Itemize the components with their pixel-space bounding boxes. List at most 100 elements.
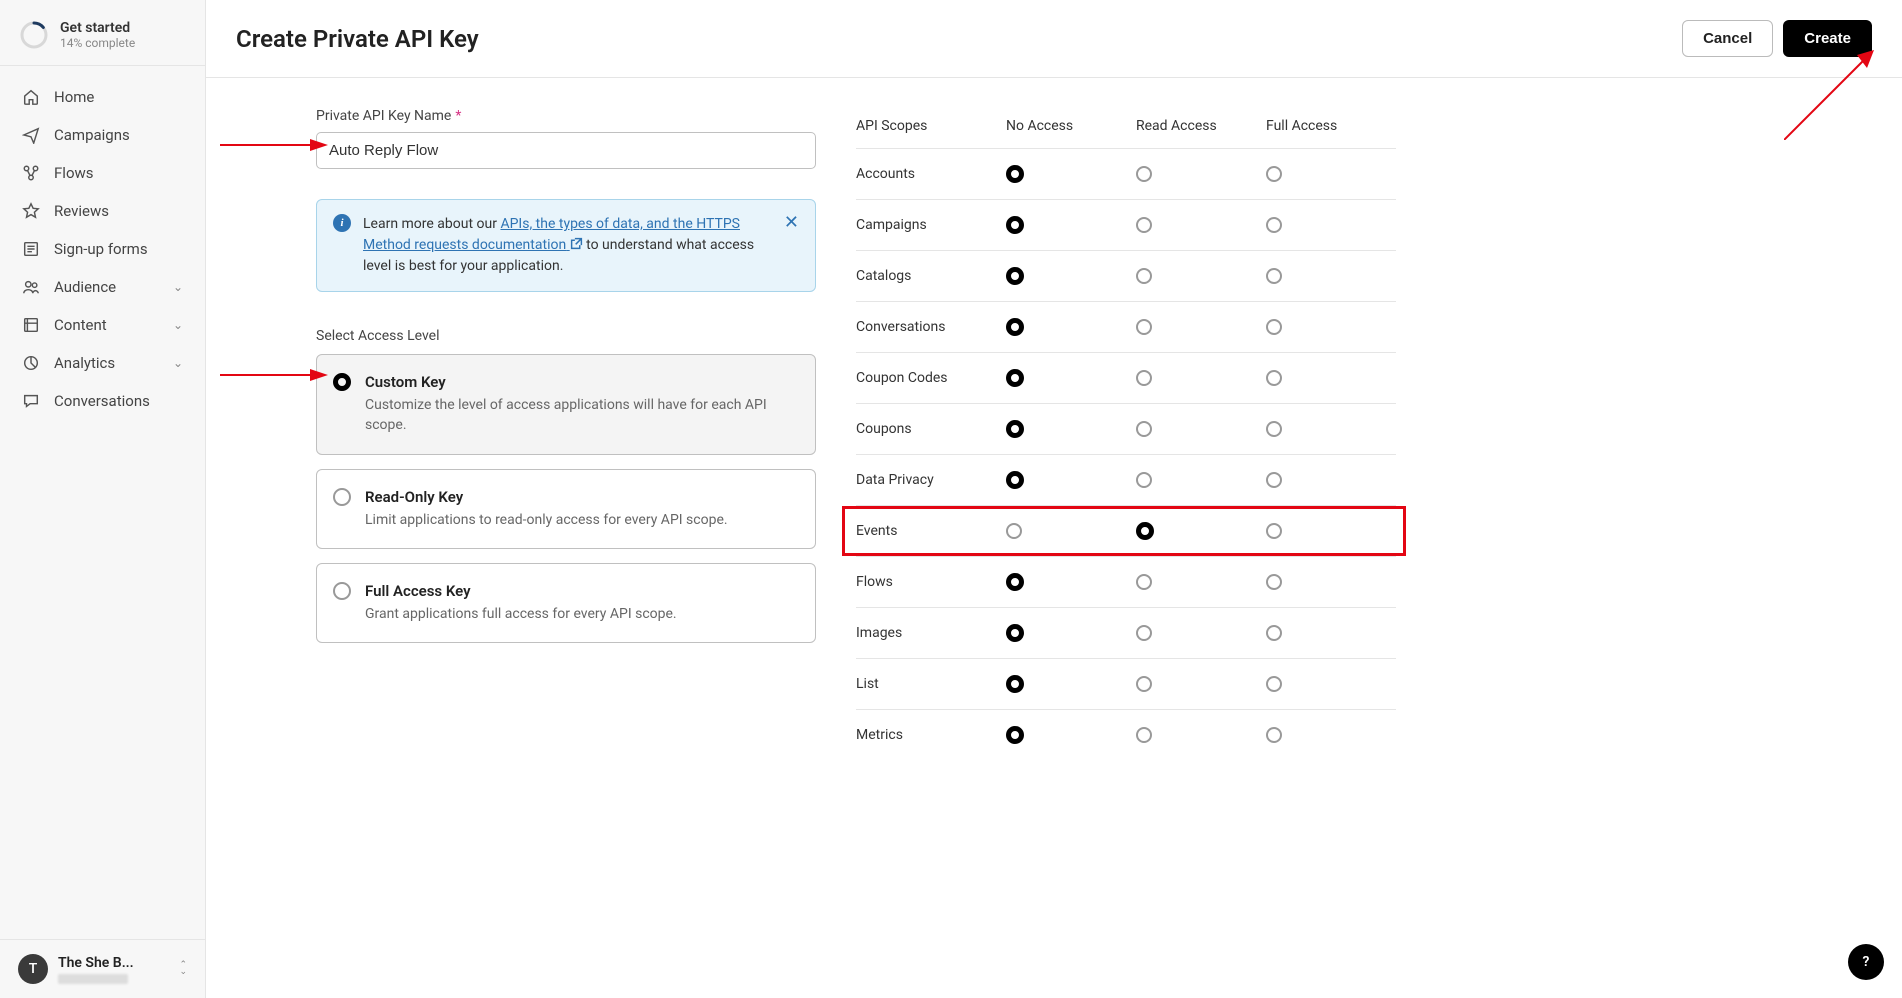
scope-row-data-privacy: Data Privacy	[856, 454, 1396, 505]
scope-radio[interactable]	[1136, 676, 1152, 692]
info-banner: i Learn more about our APIs, the types o…	[316, 199, 816, 292]
scope-radio[interactable]	[1006, 726, 1024, 744]
scope-radio[interactable]	[1136, 217, 1152, 233]
api-key-name-input[interactable]	[316, 132, 816, 169]
scope-radio[interactable]	[1006, 573, 1024, 591]
radio-button	[333, 373, 351, 391]
sidebar: Get started 14% complete Home Campaigns Fl…	[0, 0, 206, 998]
nav-item-sign-up-forms[interactable]: Sign-up forms	[0, 230, 205, 268]
access-level-option-2[interactable]: Full Access Key Grant applications full a…	[316, 563, 816, 643]
scope-name: Campaigns	[856, 217, 1006, 233]
access-level-option-0[interactable]: Custom Key Customize the level of access …	[316, 354, 816, 455]
nav-item-campaigns[interactable]: Campaigns	[0, 116, 205, 154]
info-icon: i	[333, 214, 351, 232]
nav-item-home[interactable]: Home	[0, 78, 205, 116]
people-icon	[22, 278, 40, 296]
scope-radio[interactable]	[1006, 216, 1024, 234]
nav-label: Reviews	[54, 202, 183, 220]
scope-radio[interactable]	[1136, 268, 1152, 284]
radio-button	[333, 488, 351, 506]
nav-label: Audience	[54, 278, 159, 296]
scope-name: Flows	[856, 574, 1006, 590]
nav-item-analytics[interactable]: Analytics⌄	[0, 344, 205, 382]
scope-radio[interactable]	[1006, 624, 1024, 642]
scope-name: Conversations	[856, 319, 1006, 335]
scope-name: Events	[856, 523, 1006, 539]
scope-radio[interactable]	[1136, 574, 1152, 590]
info-text: Learn more about our APIs, the types of …	[363, 214, 772, 277]
scope-radio[interactable]	[1266, 166, 1282, 182]
scope-name: List	[856, 676, 1006, 692]
scope-radio[interactable]	[1006, 420, 1024, 438]
scope-radio[interactable]	[1266, 727, 1282, 743]
scopes-col-read: Read Access	[1136, 118, 1266, 134]
scope-radio[interactable]	[1266, 574, 1282, 590]
scope-radio[interactable]	[1266, 421, 1282, 437]
scope-radio[interactable]	[1266, 676, 1282, 692]
scope-name: Coupons	[856, 421, 1006, 437]
access-level-option-1[interactable]: Read-Only KeyLimit applications to read-…	[316, 469, 816, 549]
nav-label: Content	[54, 316, 159, 334]
scope-radio[interactable]	[1006, 267, 1024, 285]
scope-name: Coupon Codes	[856, 370, 1006, 386]
nav-item-flows[interactable]: Flows	[0, 154, 205, 192]
api-key-name-label: Private API Key Name*	[316, 108, 816, 124]
scope-row-catalogs: Catalogs	[856, 250, 1396, 301]
help-fab[interactable]: ?	[1848, 944, 1884, 980]
send-icon	[22, 126, 40, 144]
cancel-button[interactable]: Cancel	[1682, 20, 1773, 57]
scope-radio[interactable]	[1006, 523, 1022, 539]
scope-radio[interactable]	[1266, 625, 1282, 641]
scope-row-conversations: Conversations	[856, 301, 1396, 352]
scopes-header: API Scopes No Access Read Access Full Ac…	[856, 108, 1396, 148]
radio-title: Full Access Key	[365, 582, 797, 600]
create-button[interactable]: Create	[1783, 20, 1872, 57]
scope-radio[interactable]	[1006, 471, 1024, 489]
scope-radio[interactable]	[1006, 165, 1024, 183]
scope-radio[interactable]	[1266, 268, 1282, 284]
scope-radio[interactable]	[1136, 522, 1154, 540]
scope-radio[interactable]	[1266, 319, 1282, 335]
info-close-button[interactable]: ✕	[784, 214, 799, 232]
scope-radio[interactable]	[1266, 217, 1282, 233]
nav-label: Campaigns	[54, 126, 183, 144]
radio-desc: Grant applications full access for every…	[365, 604, 797, 624]
nav-item-conversations[interactable]: Conversations	[0, 382, 205, 420]
nav-label: Conversations	[54, 392, 183, 410]
nav-item-audience[interactable]: Audience⌄	[0, 268, 205, 306]
scope-radio[interactable]	[1266, 370, 1282, 386]
form-icon	[22, 240, 40, 258]
scope-radio[interactable]	[1266, 472, 1282, 488]
info-pre: Learn more about our	[363, 216, 500, 232]
progress-ring-icon	[20, 21, 48, 49]
nav-item-reviews[interactable]: Reviews	[0, 192, 205, 230]
scope-radio[interactable]	[1006, 369, 1024, 387]
org-switcher[interactable]: T The She B... ⌃⌄	[0, 939, 205, 998]
scope-radio[interactable]	[1266, 523, 1282, 539]
avatar: T	[18, 954, 48, 984]
get-started-block[interactable]: Get started 14% complete	[0, 0, 205, 66]
scope-radio[interactable]	[1136, 166, 1152, 182]
chevron-down-icon: ⌄	[173, 318, 183, 332]
org-name: The She B...	[58, 955, 169, 971]
scope-radio[interactable]	[1136, 421, 1152, 437]
scope-radio[interactable]	[1006, 318, 1024, 336]
radio-desc: Customize the level of access applicatio…	[365, 395, 797, 436]
scope-radio[interactable]	[1136, 319, 1152, 335]
home-icon	[22, 88, 40, 106]
nav-label: Analytics	[54, 354, 159, 372]
radio-title: Custom Key	[365, 373, 797, 391]
org-meta-blur	[58, 974, 128, 984]
scope-radio[interactable]	[1136, 625, 1152, 641]
nav-item-content[interactable]: Content ⌄	[0, 306, 205, 344]
scope-radio[interactable]	[1006, 675, 1024, 693]
radio-title: Read-Only Key	[365, 488, 797, 506]
scope-radio[interactable]	[1136, 370, 1152, 386]
api-key-name-label-text: Private API Key Name	[316, 108, 451, 124]
scope-row-accounts: Accounts	[856, 148, 1396, 199]
scope-radio[interactable]	[1136, 472, 1152, 488]
scope-name: Images	[856, 625, 1006, 641]
scope-radio[interactable]	[1136, 727, 1152, 743]
star-icon	[22, 202, 40, 220]
scopes-col-full: Full Access	[1266, 118, 1396, 134]
